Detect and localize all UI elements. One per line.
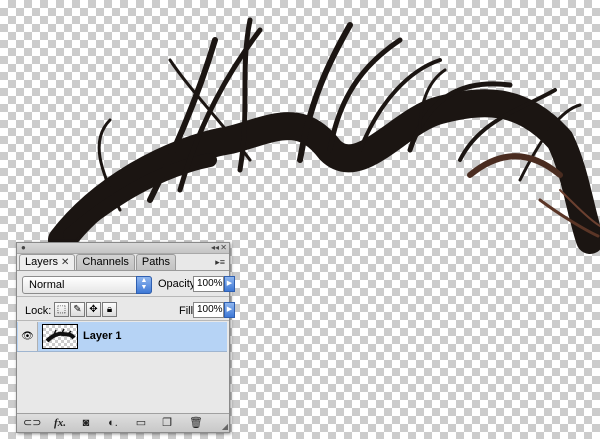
resize-grip-icon[interactable]: ◢ xyxy=(222,422,228,431)
tab-divider xyxy=(17,270,229,271)
opacity-slider-arrow-icon[interactable]: ▶ xyxy=(224,276,235,292)
divider xyxy=(17,296,229,297)
fx-icon[interactable]: fx. xyxy=(51,416,69,430)
lock-icon[interactable]: 🔒︎ xyxy=(102,302,117,317)
layer-thumbnail[interactable] xyxy=(42,324,78,349)
divider xyxy=(17,320,229,321)
layer-row[interactable]: 👁︎ Layer 1 xyxy=(17,322,227,352)
fill-slider-arrow-icon[interactable]: ▶ xyxy=(224,302,235,318)
tab-label: Channels xyxy=(82,256,129,268)
tab-label: Paths xyxy=(141,256,171,268)
trash-icon[interactable]: 🗑︎ xyxy=(189,416,203,430)
layers-panel: ● ◂◂ ✕ Layers ✕ Channels Paths ▸≡ Normal … xyxy=(16,242,235,433)
link-icon[interactable]: ⊂⊃ xyxy=(23,416,41,430)
fill-field[interactable]: 100% xyxy=(193,302,224,318)
tab-channels[interactable]: Channels xyxy=(76,254,135,270)
chevron-updown-icon[interactable]: ▲ ▼ xyxy=(136,276,152,294)
blend-mode-select[interactable]: Normal ▲ ▼ xyxy=(22,276,152,294)
close-icon[interactable]: ✕ xyxy=(61,257,69,268)
adjustment-layer-icon[interactable]: ◐. xyxy=(105,416,121,430)
panel-menu-icon[interactable]: ▸≡ xyxy=(215,257,225,268)
tab-paths[interactable]: Paths xyxy=(135,254,177,270)
panel-tabs: Layers ✕ Channels Paths xyxy=(19,254,177,271)
new-layer-icon[interactable]: ❐ xyxy=(160,416,174,430)
lock-transparent-icon[interactable]: ⬚ xyxy=(54,302,69,317)
panel-footer: ⊂⊃ fx. ◙ ◐. ▭ ❐ 🗑︎ ◢ xyxy=(17,413,229,432)
panel-titlebar[interactable]: ● ◂◂ ✕ xyxy=(17,243,229,254)
blend-mode-value: Normal xyxy=(29,279,65,291)
move-icon[interactable]: ✥ xyxy=(86,302,101,317)
layer-thumbnail-image xyxy=(45,328,76,343)
tab-layers[interactable]: Layers ✕ xyxy=(19,254,76,271)
close-icon[interactable]: ● xyxy=(21,243,26,253)
layer-name[interactable]: Layer 1 xyxy=(83,330,122,342)
lock-label: Lock: xyxy=(25,305,52,317)
layer-mask-icon[interactable]: ◙ xyxy=(79,416,93,430)
folder-icon[interactable]: ▭ xyxy=(134,416,148,430)
collapse-icon[interactable]: ◂◂ xyxy=(211,243,219,253)
brush-icon[interactable]: ✎ xyxy=(70,302,85,317)
close-icon[interactable]: ✕ xyxy=(220,243,227,253)
tab-label: Layers xyxy=(25,256,59,268)
opacity-field[interactable]: 100% xyxy=(193,276,224,292)
eye-icon[interactable]: 👁︎ xyxy=(18,322,38,351)
